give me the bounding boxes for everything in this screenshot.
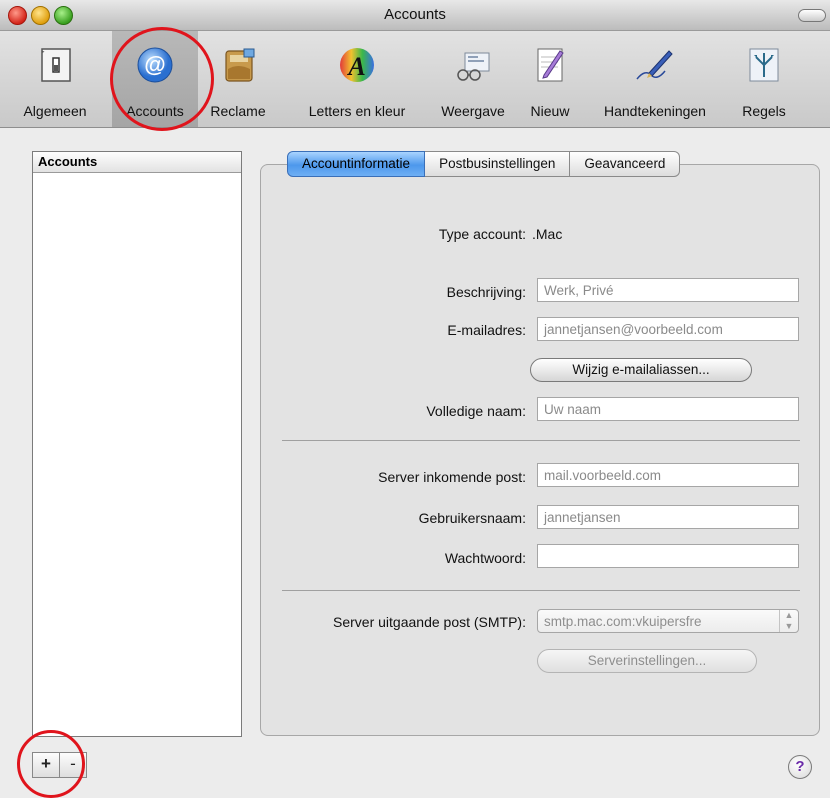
type-account-value: .Mac — [532, 226, 563, 242]
toolbar-toggle-button[interactable] — [798, 9, 826, 22]
toolbar-label-reclame: Reclame — [210, 103, 266, 119]
toolbar-item-weergave[interactable]: Weergave — [428, 31, 518, 127]
viewing-glasses-icon — [453, 43, 493, 87]
junk-mail-icon — [218, 43, 258, 87]
tab-bar: Accountinformatie Postbusinstellingen Ge… — [287, 151, 681, 177]
smtp-server-select[interactable]: smtp.mac.com:vkuipersfre ▲ ▼ — [537, 609, 799, 633]
separator-1 — [282, 440, 800, 441]
incoming-server-label: Server inkomende post: — [378, 469, 526, 485]
toolbar-label-handtekeningen: Handtekeningen — [604, 103, 706, 119]
add-account-button[interactable]: + — [32, 752, 60, 778]
full-name-field[interactable]: Uw naam — [537, 397, 799, 421]
smtp-server-label: Server uitgaande post (SMTP): — [333, 614, 526, 630]
window-title: Accounts — [384, 6, 446, 23]
toolbar-item-regels[interactable]: Regels — [728, 31, 800, 127]
full-name-label: Volledige naam: — [426, 403, 526, 419]
toolbar-label-nieuw: Nieuw — [530, 103, 570, 119]
accounts-list[interactable]: Accounts — [32, 151, 242, 737]
server-settings-button[interactable]: Serverinstellingen... — [537, 649, 757, 673]
signature-pen-icon — [635, 43, 675, 87]
toolbar-item-algemeen[interactable]: ▸ Algemeen — [0, 31, 112, 127]
tab-accountinformatie[interactable]: Accountinformatie — [287, 151, 426, 177]
toolbar-label-letters-en-kleur: Letters en kleur — [308, 103, 406, 119]
toolbar-item-reclame[interactable]: Reclame — [198, 31, 278, 127]
tab-geavanceerd[interactable]: Geavanceerd — [570, 151, 681, 177]
toolbar-label-weergave: Weergave — [441, 103, 505, 119]
email-label: E-mailadres: — [447, 322, 526, 338]
at-sign-icon: @ — [135, 43, 175, 87]
toolbar-item-handtekeningen[interactable]: Handtekeningen — [582, 31, 728, 127]
svg-text:@: @ — [144, 52, 165, 77]
font-color-icon: A — [337, 43, 377, 87]
edit-email-aliases-button[interactable]: Wijzig e-mailaliassen... — [530, 358, 752, 382]
accounts-list-header: Accounts — [33, 152, 241, 173]
compose-icon — [530, 43, 570, 87]
smtp-server-value: smtp.mac.com:vkuipersfre — [544, 614, 702, 629]
toolbar-item-accounts[interactable]: @ Accounts — [112, 31, 198, 127]
toolbar-label-regels: Regels — [742, 103, 786, 119]
tab-postbusinstellingen[interactable]: Postbusinstellingen — [425, 151, 571, 177]
toolbar-item-letters-en-kleur[interactable]: A Letters en kleur — [286, 31, 428, 127]
email-field[interactable]: jannetjansen@voorbeeld.com — [537, 317, 799, 341]
type-account-label: Type account: — [438, 226, 526, 242]
toolbar-item-nieuw[interactable]: Nieuw — [518, 31, 582, 127]
password-label: Wachtwoord: — [444, 550, 526, 566]
separator-2 — [282, 590, 800, 591]
password-field[interactable] — [537, 544, 799, 568]
switch-icon: ▸ — [36, 43, 76, 87]
incoming-server-field[interactable]: mail.voorbeeld.com — [537, 463, 799, 487]
svg-text:A: A — [346, 52, 365, 81]
description-field[interactable]: Werk, Privé — [537, 278, 799, 302]
username-field[interactable]: jannetjansen — [537, 505, 799, 529]
username-label: Gebruikersnaam: — [418, 510, 526, 526]
remove-account-button[interactable]: - — [59, 752, 87, 778]
title-bar[interactable]: Accounts — [0, 0, 830, 31]
toolbar: ▸ Algemeen @ Accounts Reclame A Letters … — [0, 31, 830, 128]
help-button[interactable]: ? — [788, 755, 812, 779]
select-arrows-icon: ▲ ▼ — [779, 610, 798, 632]
toolbar-label-accounts: Accounts — [126, 103, 184, 119]
rules-icon — [744, 43, 784, 87]
description-label: Beschrijving: — [446, 284, 526, 300]
preferences-window: Accounts ▸ Algemeen @ Accounts Reclame A… — [0, 0, 830, 798]
